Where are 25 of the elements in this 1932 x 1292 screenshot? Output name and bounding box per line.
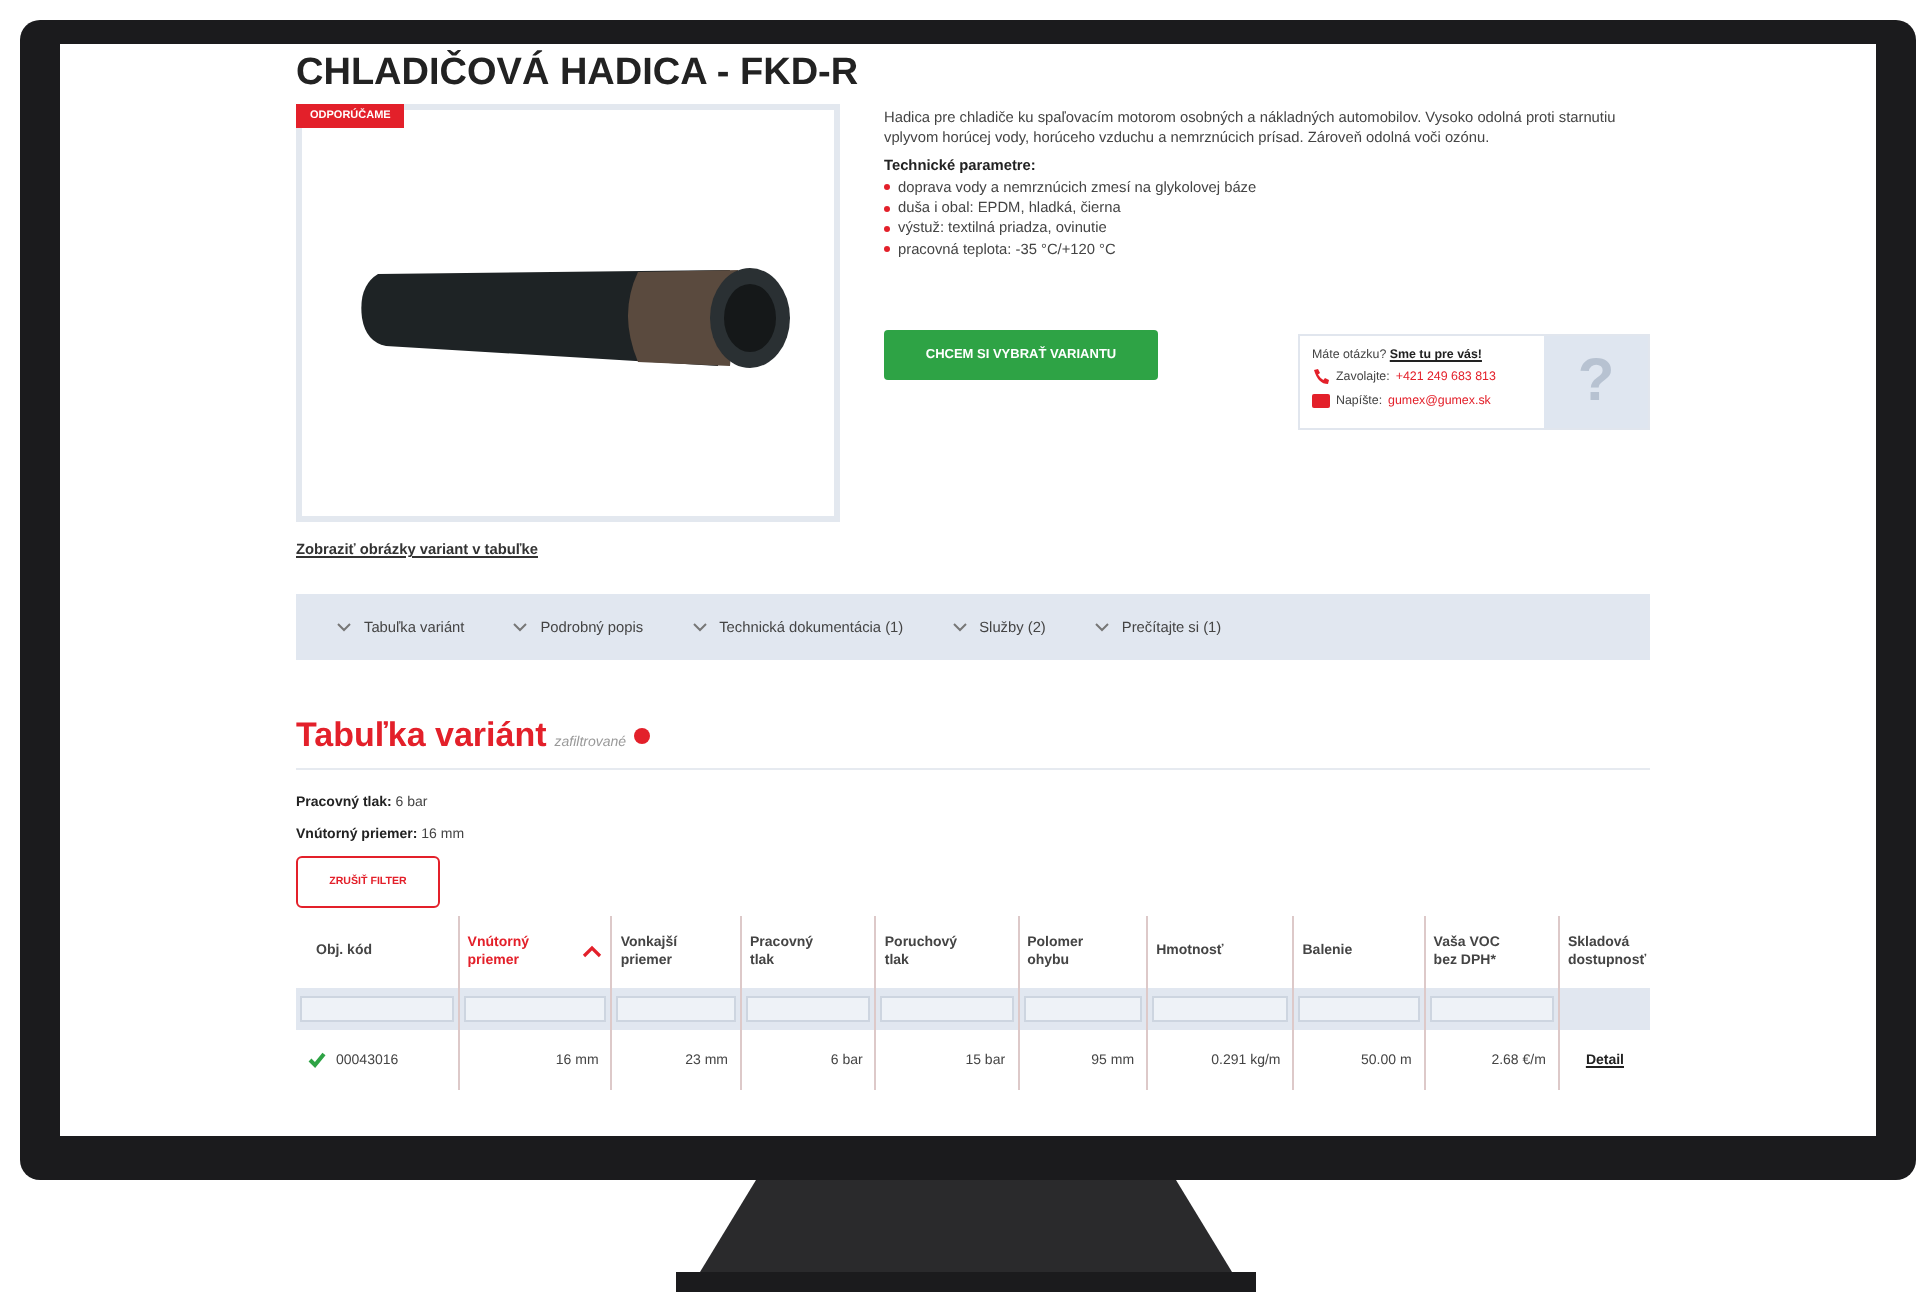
filter-field[interactable] <box>1023 996 1143 1022</box>
product-title: CHLADIČOVÁ HADICA - FKD-R <box>296 52 861 96</box>
bullet-icon <box>884 246 890 253</box>
filter-field[interactable] <box>300 996 454 1022</box>
section-heading: Tabuľka variánt <box>296 716 547 756</box>
filter-field[interactable] <box>746 996 871 1022</box>
info-icon <box>634 728 651 744</box>
bullet-icon <box>884 226 890 233</box>
filter-field[interactable] <box>880 996 1014 1022</box>
chevron-down-icon <box>336 622 352 632</box>
bullet-icon <box>884 184 890 191</box>
filter-field[interactable] <box>1152 996 1289 1022</box>
bullet-icon <box>884 205 890 212</box>
phone-icon <box>1312 368 1330 387</box>
filter-field[interactable] <box>463 996 607 1022</box>
chevron-down-icon <box>951 622 968 632</box>
question-mark-icon: ? <box>1544 336 1648 429</box>
chevron-down-icon <box>691 622 708 632</box>
envelope-icon <box>1312 392 1330 411</box>
chevron-down-icon <box>512 622 529 632</box>
chevron-down-icon <box>1093 622 1110 632</box>
filter-field[interactable] <box>1429 996 1554 1022</box>
sort-up-icon[interactable] <box>582 944 603 960</box>
filter-field[interactable] <box>1298 996 1420 1022</box>
filter-field[interactable] <box>616 996 737 1022</box>
